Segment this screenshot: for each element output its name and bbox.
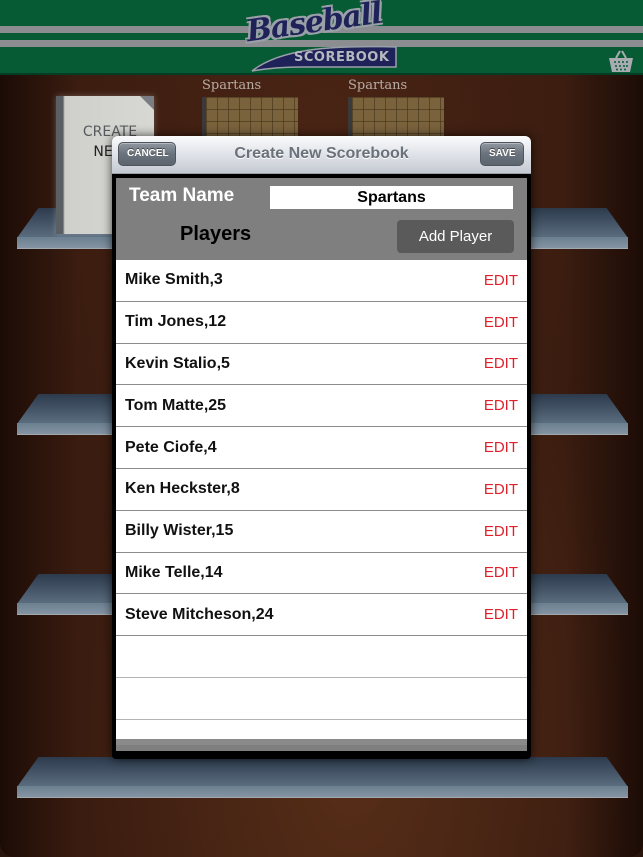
list-footer xyxy=(116,739,527,745)
player-name: Mike Telle,14 xyxy=(125,563,223,581)
player-row[interactable]: Mike Smith,3 EDIT xyxy=(116,260,527,302)
player-name: Tim Jones,12 xyxy=(125,313,227,331)
player-row[interactable]: Tom Matte,25 EDIT xyxy=(116,385,527,428)
team-name-input[interactable] xyxy=(270,186,513,209)
app-logo: Baseball SCOREBOOK xyxy=(238,0,408,73)
player-row[interactable]: Kevin Stalio,5 EDIT xyxy=(116,344,527,386)
add-player-button[interactable]: Add Player xyxy=(397,220,514,253)
logo-script-text: Baseball xyxy=(244,0,384,50)
player-row[interactable]: Steve Mitcheson,24 EDIT xyxy=(116,594,527,637)
create-scorebook-dialog: Create New Scorebook CANCEL SAVE Team Na… xyxy=(112,136,531,759)
team-form-panel: Team Name Players Add Player Mike Smith,… xyxy=(116,178,527,751)
bookshelf-shelf xyxy=(17,757,628,798)
edit-player-button[interactable]: EDIT xyxy=(484,272,518,289)
dialog-body: Team Name Players Add Player Mike Smith,… xyxy=(112,174,531,759)
cancel-button[interactable]: CANCEL xyxy=(118,142,176,166)
edit-player-button[interactable]: EDIT xyxy=(484,606,518,623)
dialog-navbar: Create New Scorebook CANCEL SAVE xyxy=(112,136,531,174)
player-name: Billy Wister,15 xyxy=(125,522,234,540)
edit-player-button[interactable]: EDIT xyxy=(484,481,518,498)
edit-player-button[interactable]: EDIT xyxy=(484,397,518,414)
player-row[interactable]: Mike Telle,14 EDIT xyxy=(116,553,527,595)
player-row[interactable]: Ken Heckster,8 EDIT xyxy=(116,469,527,511)
edit-player-button[interactable]: EDIT xyxy=(484,564,518,581)
player-name: Ken Heckster,8 xyxy=(125,480,240,498)
team-name-label: Team Name xyxy=(129,185,235,206)
players-label: Players xyxy=(180,223,252,245)
player-list[interactable]: Mike Smith,3 EDIT Tim Jones,12 EDIT Kevin St… xyxy=(116,260,527,745)
player-row[interactable]: Billy Wister,15 EDIT xyxy=(116,511,527,553)
player-row[interactable]: Tim Jones,12 EDIT xyxy=(116,302,527,344)
book-title: Spartans xyxy=(348,78,408,93)
book-title: Spartans xyxy=(202,78,262,93)
player-name: Pete Ciofe,4 xyxy=(125,438,217,456)
player-name: Kevin Stalio,5 xyxy=(125,354,230,372)
page-corner-icon xyxy=(140,96,154,110)
empty-player-row xyxy=(116,636,527,678)
edit-player-button[interactable]: EDIT xyxy=(484,355,518,372)
app-header: Baseball SCOREBOOK xyxy=(0,0,643,75)
basket-icon[interactable] xyxy=(608,49,634,73)
player-name: Mike Smith,3 xyxy=(125,271,223,289)
player-name: Steve Mitcheson,24 xyxy=(125,605,274,623)
edit-player-button[interactable]: EDIT xyxy=(484,314,518,331)
player-name: Tom Matte,25 xyxy=(125,396,227,414)
edit-player-button[interactable]: EDIT xyxy=(484,439,518,456)
empty-player-row xyxy=(116,678,527,720)
logo-subtitle: SCOREBOOK xyxy=(294,50,390,65)
save-button[interactable]: SAVE xyxy=(480,142,524,166)
player-row[interactable]: Pete Ciofe,4 EDIT xyxy=(116,427,527,469)
edit-player-button[interactable]: EDIT xyxy=(484,523,518,540)
